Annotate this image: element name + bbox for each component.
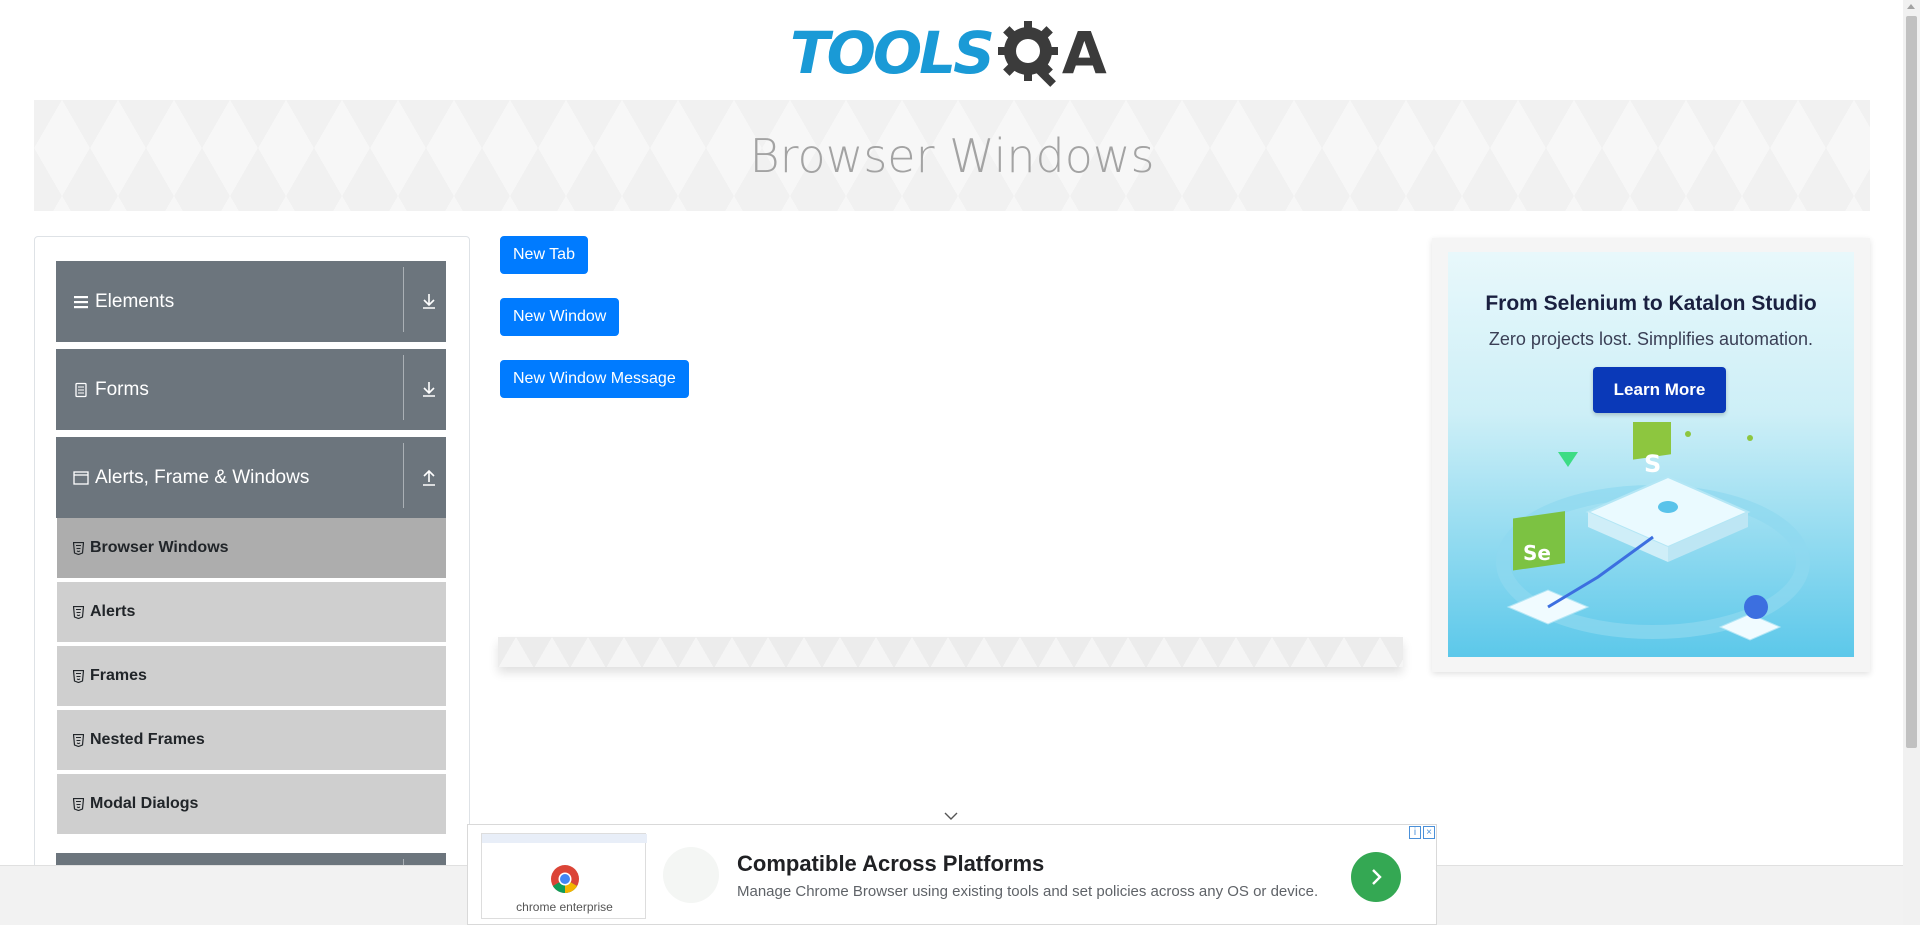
close-icon[interactable]: × bbox=[1423, 826, 1435, 839]
menu-icon bbox=[74, 295, 88, 308]
ad-thumbnail: chrome enterprise bbox=[481, 833, 647, 919]
html5-icon bbox=[73, 541, 84, 555]
chevron-right-icon bbox=[1372, 869, 1382, 885]
sidebar-item-modal-dialogs[interactable]: Modal Dialogs bbox=[57, 774, 446, 836]
sidebar-item-label: Alerts bbox=[90, 603, 136, 620]
ad-title[interactable]: Compatible Across Platforms bbox=[737, 851, 1044, 877]
chrome-enterprise-ad[interactable]: chrome enterprise Compatible Across Plat… bbox=[467, 824, 1437, 925]
ad-go-button[interactable] bbox=[1351, 852, 1401, 902]
ad-subtitle: Zero projects lost. Simplifies automatio… bbox=[1488, 329, 1814, 349]
sidebar-group-alerts-frame-windows[interactable]: Alerts, Frame & Windows bbox=[56, 437, 446, 518]
sidebar-item-label: Modal Dialogs bbox=[90, 795, 199, 812]
sidebar-item-label: Nested Frames bbox=[90, 731, 205, 748]
page-banner: Browser Windows bbox=[34, 100, 1870, 211]
new-window-message-button[interactable]: New Window Message bbox=[500, 360, 689, 398]
sidebar-group-label: Forms bbox=[95, 378, 149, 400]
selenium-se-label: Se bbox=[1523, 541, 1551, 565]
chevron-down-icon[interactable] bbox=[943, 811, 959, 821]
toolsqa-logo[interactable]: TOOLS A bbox=[790, 14, 1115, 92]
scrollbar-thumb[interactable] bbox=[1906, 16, 1917, 748]
sidebar-item-label: Frames bbox=[90, 667, 147, 684]
new-window-button[interactable]: New Window bbox=[500, 298, 620, 336]
html5-icon bbox=[73, 733, 84, 747]
katalon-ad[interactable]: From Selenium to Katalon Studio Zero pro… bbox=[1432, 238, 1870, 672]
ad-card[interactable]: From Selenium to Katalon Studio Zero pro… bbox=[1448, 252, 1854, 657]
new-tab-button[interactable]: New Tab bbox=[500, 236, 588, 274]
thumb-browser-bar bbox=[482, 834, 647, 843]
upload-arrow-icon[interactable] bbox=[420, 467, 438, 487]
page-title: Browser Windows bbox=[749, 128, 1155, 183]
document-icon bbox=[75, 382, 87, 397]
chrome-logo-icon bbox=[551, 865, 579, 893]
html5-icon bbox=[73, 669, 84, 683]
ad-brand-logo bbox=[663, 847, 719, 903]
html5-icon bbox=[73, 605, 84, 619]
download-arrow-icon[interactable] bbox=[420, 291, 438, 311]
gear-magnifier-icon bbox=[997, 21, 1058, 87]
adchoices-icon[interactable]: i bbox=[1409, 826, 1421, 839]
sidebar-item-label: Browser Windows bbox=[90, 539, 229, 556]
content-footer-strip bbox=[498, 637, 1403, 667]
sidebar: Elements Forms Alerts, Frame & Windows B… bbox=[34, 236, 470, 925]
window-icon bbox=[73, 470, 89, 485]
sidebar-item-nested-frames[interactable]: Nested Frames bbox=[57, 710, 446, 772]
sidebar-item-frames[interactable]: Frames bbox=[57, 646, 446, 708]
ad-title: From Selenium to Katalon Studio bbox=[1485, 292, 1817, 315]
divider bbox=[403, 355, 404, 420]
scrollbar[interactable] bbox=[1903, 0, 1920, 925]
logo-text-tools: TOOLS bbox=[790, 19, 995, 87]
divider bbox=[403, 443, 404, 508]
ad-description: Manage Chrome Browser using existing too… bbox=[737, 883, 1319, 900]
katalon-s-label: S bbox=[1644, 450, 1661, 478]
sidebar-group-label: Elements bbox=[95, 290, 175, 312]
sidebar-item-alerts[interactable]: Alerts bbox=[57, 582, 446, 644]
ad-thumb-caption: chrome enterprise bbox=[516, 900, 613, 914]
divider bbox=[403, 267, 404, 332]
sidebar-group-elements[interactable]: Elements bbox=[56, 261, 446, 342]
scroll-up-arrow-icon[interactable] bbox=[1907, 4, 1915, 9]
download-arrow-icon[interactable] bbox=[420, 379, 438, 399]
sidebar-item-browser-windows[interactable]: Browser Windows bbox=[57, 518, 446, 580]
sidebar-group-label: Alerts, Frame & Windows bbox=[95, 466, 310, 488]
ad-illustration: S Se bbox=[1496, 422, 1810, 641]
ad-choices-close[interactable]: i × bbox=[1409, 826, 1435, 840]
learn-more-button[interactable]: Learn More bbox=[1593, 367, 1726, 413]
logo-text-a: A bbox=[1061, 19, 1107, 87]
html5-icon bbox=[73, 797, 84, 811]
sidebar-group-forms[interactable]: Forms bbox=[56, 349, 446, 430]
